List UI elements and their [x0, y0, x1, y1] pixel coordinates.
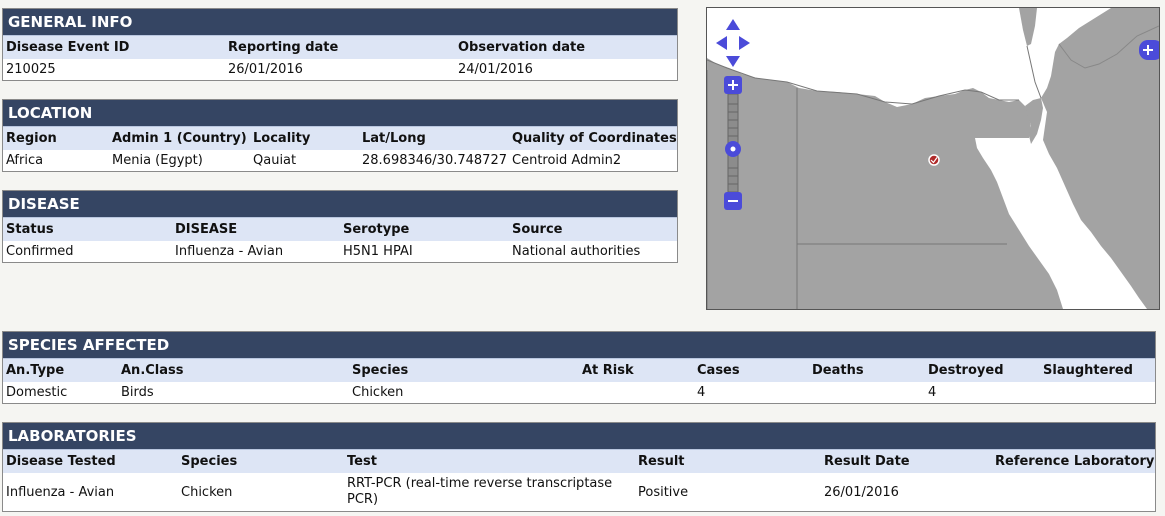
location-header-row: Region Admin 1 (Country) Locality Lat/Lo…: [3, 127, 677, 150]
outbreak-marker-icon[interactable]: [928, 154, 940, 166]
zoom-in-icon[interactable]: [724, 76, 742, 94]
header-source: Source: [512, 222, 563, 237]
header-an-class: An.Class: [121, 363, 184, 378]
header-serotype: Serotype: [343, 222, 410, 237]
disease-panel: DISEASE Status DISEASE Serotype Source C…: [2, 190, 678, 263]
location-data-row: Africa Menia (Egypt) Qauiat 28.698346/30…: [3, 150, 677, 172]
value-disease-tested: Influenza - Avian: [6, 485, 115, 500]
header-locality: Locality: [253, 131, 311, 146]
header-result-date: Result Date: [824, 454, 910, 469]
header-region: Region: [6, 131, 57, 146]
header-disease: DISEASE: [175, 222, 238, 237]
layer-switcher-icon[interactable]: [1139, 40, 1159, 60]
map-canvas[interactable]: [707, 8, 1159, 309]
value-serotype: H5N1 HPAI: [343, 244, 413, 259]
value-disease: Influenza - Avian: [175, 244, 284, 259]
species-affected-title: SPECIES AFFECTED: [3, 332, 1155, 359]
header-disease-tested: Disease Tested: [6, 454, 116, 469]
zoom-slider-icon[interactable]: [725, 141, 741, 157]
species-header-row: An.Type An.Class Species At Risk Cases D…: [3, 359, 1155, 382]
zoom-out-icon[interactable]: [724, 192, 742, 210]
header-test: Test: [347, 454, 377, 469]
header-at-risk: At Risk: [582, 363, 634, 378]
header-disease-event-id: Disease Event ID: [6, 40, 130, 55]
value-destroyed: 4: [928, 385, 937, 400]
value-result: Positive: [638, 485, 689, 500]
header-status: Status: [6, 222, 54, 237]
general-info-header-row: Disease Event ID Reporting date Observat…: [3, 36, 677, 59]
header-lat-long: Lat/Long: [362, 131, 426, 146]
value-locality: Qauiat: [253, 153, 297, 168]
value-quality-coordinates: Centroid Admin2: [512, 153, 622, 168]
header-observation-date: Observation date: [458, 40, 586, 55]
header-deaths: Deaths: [812, 363, 864, 378]
header-destroyed: Destroyed: [928, 363, 1004, 378]
outbreak-map[interactable]: [706, 7, 1160, 310]
location-panel: LOCATION Region Admin 1 (Country) Locali…: [2, 99, 678, 172]
header-cases: Cases: [697, 363, 740, 378]
disease-header-row: Status DISEASE Serotype Source: [3, 218, 677, 241]
value-source: National authorities: [512, 244, 641, 259]
value-species: Chicken: [352, 385, 404, 400]
header-reporting-date: Reporting date: [228, 40, 339, 55]
laboratories-panel: LABORATORIES Disease Tested Species Test…: [2, 422, 1156, 512]
value-reporting-date: 26/01/2016: [228, 62, 303, 77]
value-status: Confirmed: [6, 244, 74, 259]
header-result: Result: [638, 454, 685, 469]
value-disease-event-id: 210025: [6, 62, 56, 77]
laboratories-data-row: Influenza - Avian Chicken RRT-PCR (real-…: [3, 473, 1155, 513]
species-data-row: Domestic Birds Chicken 4 4: [3, 382, 1155, 404]
value-test: RRT-PCR (real-time reverse transcriptase…: [347, 476, 613, 507]
value-observation-date: 24/01/2016: [458, 62, 533, 77]
header-reference-laboratory: Reference Laboratory: [995, 454, 1155, 469]
general-info-title: GENERAL INFO: [3, 9, 677, 36]
header-slaughtered: Slaughtered: [1043, 363, 1133, 378]
header-lab-species: Species: [181, 454, 238, 469]
value-an-class: Birds: [121, 385, 154, 400]
value-an-type: Domestic: [6, 385, 68, 400]
header-admin1: Admin 1 (Country): [112, 131, 247, 146]
disease-data-row: Confirmed Influenza - Avian H5N1 HPAI Na…: [3, 241, 677, 263]
location-title: LOCATION: [3, 100, 677, 127]
header-quality-coordinates: Quality of Coordinates: [512, 131, 677, 146]
species-affected-panel: SPECIES AFFECTED An.Type An.Class Specie…: [2, 331, 1156, 404]
disease-title: DISEASE: [3, 191, 677, 218]
value-cases: 4: [697, 385, 706, 400]
value-region: Africa: [6, 153, 44, 168]
header-species: Species: [352, 363, 409, 378]
laboratories-header-row: Disease Tested Species Test Result Resul…: [3, 450, 1155, 473]
general-info-panel: GENERAL INFO Disease Event ID Reporting …: [2, 8, 678, 81]
laboratories-title: LABORATORIES: [3, 423, 1155, 450]
header-an-type: An.Type: [6, 363, 65, 378]
general-info-data-row: 210025 26/01/2016 24/01/2016: [3, 59, 677, 81]
value-lat-long: 28.698346/30.748727: [362, 153, 507, 168]
value-result-date: 26/01/2016: [824, 485, 899, 500]
value-admin1: Menia (Egypt): [112, 153, 203, 168]
value-lab-species: Chicken: [181, 485, 233, 500]
